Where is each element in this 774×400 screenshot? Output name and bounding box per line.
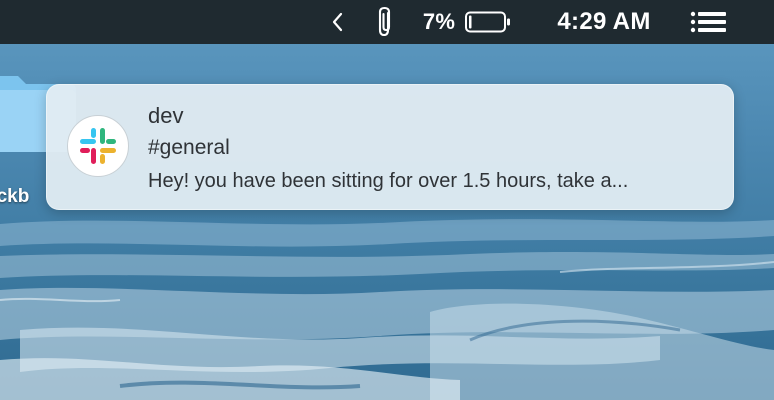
battery-percent[interactable]: 7% xyxy=(418,0,460,44)
notification-title: dev xyxy=(148,103,184,128)
notification-content: dev #general Hey! you have been sitting … xyxy=(148,101,718,197)
list-icon[interactable] xyxy=(688,0,730,44)
notification-body: Hey! you have been sitting for over 1.5 … xyxy=(148,170,629,192)
chevron-left-icon[interactable] xyxy=(326,0,348,44)
slack-logo-icon xyxy=(67,115,129,177)
paperclip-icon[interactable] xyxy=(372,0,398,44)
slack-notification[interactable]: dev #general Hey! you have been sitting … xyxy=(46,84,734,210)
notification-subtitle: #general xyxy=(148,136,230,159)
menu-bar: 7% 4:29 AM xyxy=(0,0,774,44)
desktop-screen: ackb 7% 4:29 AM xyxy=(0,0,774,400)
battery-icon[interactable] xyxy=(462,0,514,44)
menubar-clock[interactable]: 4:29 AM xyxy=(546,0,662,44)
